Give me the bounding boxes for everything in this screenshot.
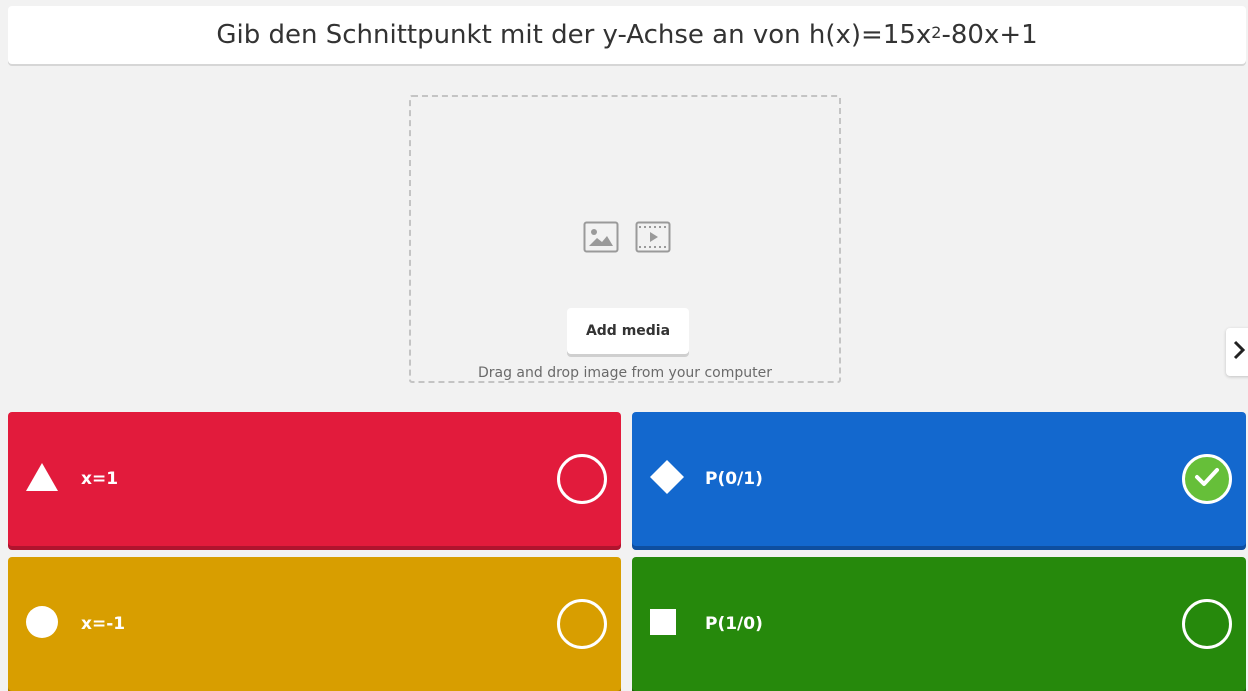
answer-option-3[interactable]: x=-1 — [8, 557, 621, 691]
answer-label: x=1 — [81, 469, 119, 489]
answer-option-4[interactable]: P(1/0) — [632, 557, 1246, 691]
correct-toggle[interactable] — [1182, 599, 1232, 649]
answer-label: P(0/1) — [705, 469, 763, 489]
diamond-icon — [649, 459, 685, 499]
checkmark-icon — [1194, 466, 1220, 492]
circle-icon — [25, 605, 59, 643]
question-text-main: Gib den Schnittpunkt mit der y-Achse an … — [216, 20, 932, 50]
image-icon — [583, 221, 619, 253]
media-drop-zone[interactable]: Add media Drag and drop image from your … — [409, 95, 841, 383]
drop-hint-text: Drag and drop image from your computer — [477, 365, 772, 381]
answer-label: P(1/0) — [705, 614, 763, 634]
answer-label: x=-1 — [81, 614, 126, 634]
video-icon — [635, 221, 671, 253]
add-media-button[interactable]: Add media — [567, 308, 689, 354]
media-icons — [583, 221, 671, 253]
question-title[interactable]: Gib den Schnittpunkt mit der y-Achse an … — [8, 6, 1246, 64]
question-exponent: 2 — [931, 22, 942, 42]
chevron-right-icon — [1232, 339, 1246, 365]
correct-toggle[interactable] — [1182, 454, 1232, 504]
next-slide-button[interactable] — [1226, 328, 1248, 376]
correct-toggle[interactable] — [557, 599, 607, 649]
answer-option-2[interactable]: P(0/1) — [632, 412, 1246, 546]
triangle-icon — [25, 462, 59, 496]
answer-option-1[interactable]: x=1 — [8, 412, 621, 546]
square-icon — [649, 608, 677, 640]
question-text-rest: -80x+1 — [941, 20, 1038, 50]
correct-toggle[interactable] — [557, 454, 607, 504]
